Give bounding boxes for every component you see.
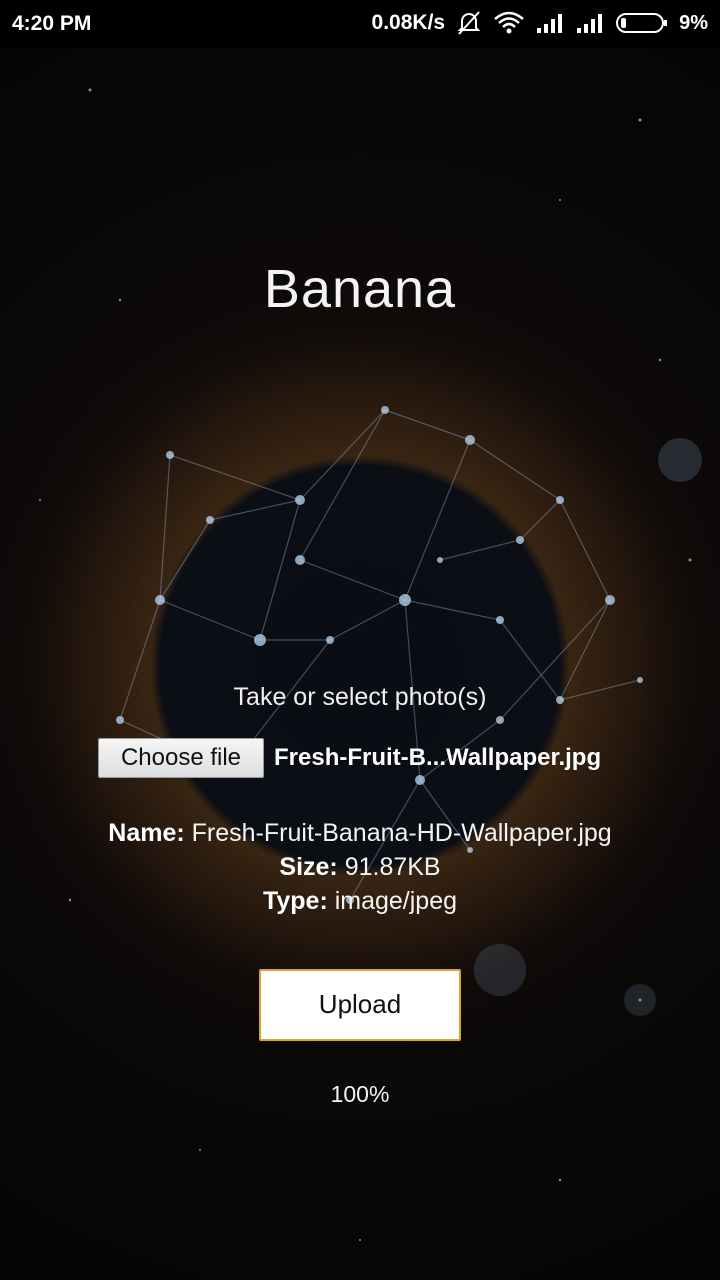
file-size-value: 91.87KB xyxy=(344,853,441,881)
battery-percent: 9% xyxy=(679,11,708,34)
status-bar: 4:20 PM 0.08K/s 9% xyxy=(0,0,720,48)
selected-file-name: Fresh-Fruit-B...Wallpaper.jpg xyxy=(274,744,602,771)
wifi-icon xyxy=(493,11,525,35)
file-size-row: Size: 91.87KB xyxy=(0,850,720,884)
file-info: Name: Fresh-Fruit-Banana-HD-Wallpaper.jp… xyxy=(0,816,720,918)
file-type-value: image/jpeg xyxy=(334,887,458,915)
mute-icon xyxy=(455,10,483,36)
battery-icon xyxy=(615,11,669,35)
network-speed: 0.08K/s xyxy=(371,11,446,34)
signal-icon xyxy=(535,12,565,34)
photo-prompt: Take or select photo(s) xyxy=(233,683,487,711)
file-size-label: Size: xyxy=(279,853,345,881)
app-screen: 4:20 PM 0.08K/s 9% Banana Take or select… xyxy=(0,0,720,1280)
upload-button[interactable]: Upload xyxy=(259,969,461,1041)
choose-file-button[interactable]: Choose file xyxy=(98,738,264,778)
file-input-row: Choose file Fresh-Fruit-B...Wallpaper.jp… xyxy=(98,738,601,778)
file-name-label: Name: xyxy=(108,819,192,847)
page-title: Banana xyxy=(263,259,457,319)
upload-progress: 100% xyxy=(330,1081,390,1107)
signal-icon xyxy=(575,12,605,34)
file-type-label: Type: xyxy=(262,887,335,915)
file-name-row: Name: Fresh-Fruit-Banana-HD-Wallpaper.jp… xyxy=(0,816,720,850)
file-name-value: Fresh-Fruit-Banana-HD-Wallpaper.jpg xyxy=(191,819,612,847)
status-right-group: 0.08K/s 9% xyxy=(372,10,708,36)
file-type-row: Type: image/jpeg xyxy=(0,884,720,918)
status-time: 4:20 PM xyxy=(12,12,92,35)
